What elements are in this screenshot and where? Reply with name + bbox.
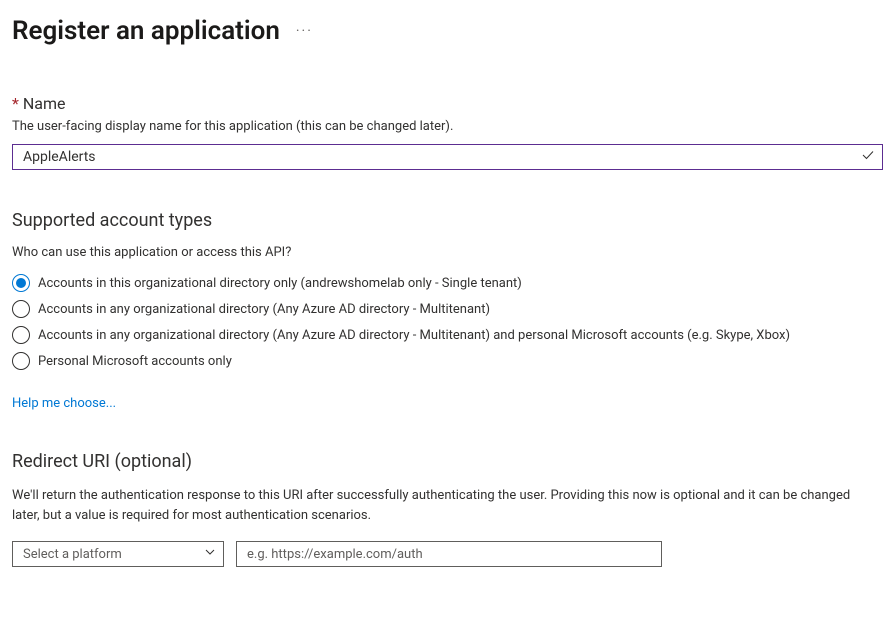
- name-field-label: *Name: [12, 94, 883, 113]
- account-type-option-single-tenant[interactable]: Accounts in this organizational director…: [12, 274, 883, 292]
- radio-label: Accounts in any organizational directory…: [38, 302, 490, 317]
- account-type-option-multitenant[interactable]: Accounts in any organizational directory…: [12, 300, 883, 318]
- account-type-option-multitenant-personal[interactable]: Accounts in any organizational directory…: [12, 326, 883, 344]
- redirect-uri-description: We'll return the authentication response…: [12, 486, 862, 525]
- radio-label: Personal Microsoft accounts only: [38, 354, 232, 369]
- radio-label: Accounts in any organizational directory…: [38, 328, 790, 343]
- account-types-subtext: Who can use this application or access t…: [12, 245, 883, 260]
- account-types-heading: Supported account types: [12, 210, 883, 231]
- redirect-uri-input[interactable]: [236, 541, 662, 567]
- platform-select-placeholder: Select a platform: [23, 547, 122, 562]
- more-actions-icon[interactable]: ···: [296, 23, 313, 39]
- redirect-uri-heading: Redirect URI (optional): [12, 451, 883, 472]
- radio-icon: [12, 274, 30, 292]
- radio-icon: [12, 326, 30, 344]
- required-asterisk: *: [12, 94, 19, 113]
- radio-icon: [12, 352, 30, 370]
- page-title: Register an application: [12, 16, 280, 46]
- account-type-option-personal-only[interactable]: Personal Microsoft accounts only: [12, 352, 883, 370]
- help-me-choose-link[interactable]: Help me choose...: [12, 396, 116, 411]
- radio-icon: [12, 300, 30, 318]
- name-field-description: The user-facing display name for this ap…: [12, 119, 883, 134]
- name-input[interactable]: [12, 144, 883, 170]
- platform-select[interactable]: Select a platform: [12, 541, 224, 567]
- radio-label: Accounts in this organizational director…: [38, 276, 522, 291]
